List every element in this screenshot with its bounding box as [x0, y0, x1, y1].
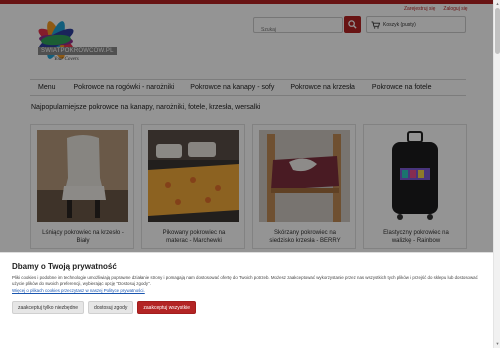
accept-all-button[interactable]: zaakceptuj wszystkie — [137, 301, 197, 314]
customize-consents-button[interactable]: dostosuj zgody — [88, 301, 134, 314]
cookie-actions: zaakceptuj tylko niezbędne dostosuj zgod… — [12, 301, 197, 314]
cookie-title: Dbamy o Twoją prywatność — [12, 262, 117, 271]
privacy-policy-link[interactable]: Więcej o plikach cookies przeczytasz w n… — [12, 288, 145, 293]
scroll-down-arrow-icon[interactable]: ▼ — [495, 341, 500, 347]
page-scrollbar[interactable]: ▲ ▼ — [493, 0, 500, 348]
cookie-description: Pliki cookies i podobne im technologie u… — [12, 275, 478, 286]
cookie-consent-banner: Dbamy o Twoją prywatność Pliki cookies i… — [0, 252, 493, 348]
accept-necessary-button[interactable]: zaakceptuj tylko niezbędne — [12, 301, 85, 314]
scroll-up-arrow-icon[interactable]: ▲ — [495, 1, 500, 7]
store-page: Zarejestruj się Zaloguj się SWIATPOKROWC… — [0, 0, 493, 348]
scrollbar-thumb[interactable] — [495, 8, 500, 54]
